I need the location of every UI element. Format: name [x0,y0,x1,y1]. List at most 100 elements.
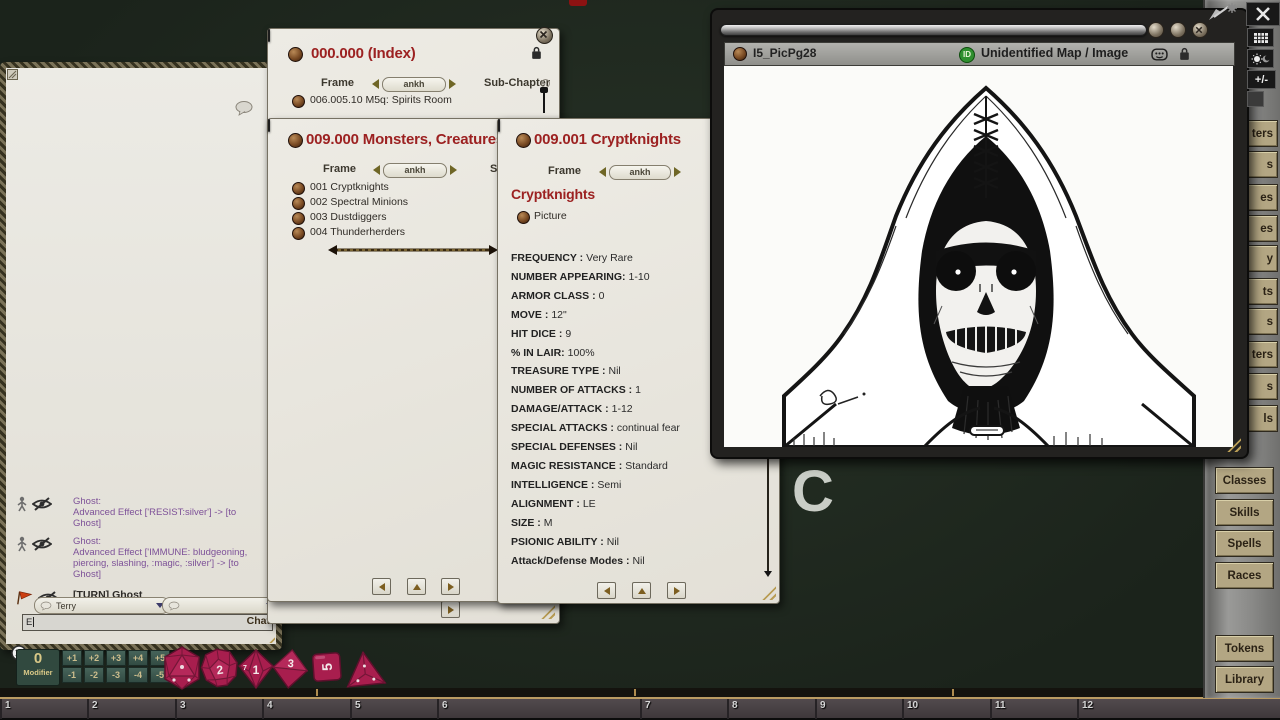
window-drag-bar[interactable] [268,29,270,42]
frame-select[interactable]: ankh [383,163,447,178]
frame-label: Frame [548,165,581,177]
resize-handle[interactable] [762,586,776,600]
scroll-pin-icon[interactable] [539,87,549,113]
band-tick [316,689,318,696]
stat-value: Nil [625,441,637,453]
d8-die[interactable]: 3 [270,647,311,696]
modifier-button[interactable]: +2 [84,650,104,666]
index-entry[interactable]: 006.005.10 M5q: Spirits Room [310,94,452,106]
frame-select[interactable]: ankh [382,77,446,92]
monster-entry[interactable]: 003 Dustdiggers [310,211,386,223]
modifier-button[interactable]: -3 [106,667,126,683]
window-drag-bar[interactable] [720,24,1147,36]
plus-modifier-row: +1+2+3+4+5 [62,650,170,666]
frame-next-arrow[interactable] [450,165,457,175]
mask-icon[interactable] [1151,48,1168,61]
entry-sphere[interactable] [292,182,305,195]
identity-dropdown[interactable]: Terry [34,597,170,614]
window-menu-sphere[interactable] [516,133,531,148]
page-up-button[interactable] [407,578,426,595]
modifier-button[interactable]: -2 [84,667,104,683]
close-app-button[interactable] [1246,2,1280,26]
window-menu-sphere[interactable] [733,47,747,61]
day-night-button[interactable] [1247,49,1274,68]
modifier-button[interactable]: +3 [106,650,126,666]
entry-sphere[interactable] [292,227,305,240]
stat-value: continual fear [617,422,680,434]
grid-toggle-button[interactable] [1247,28,1274,47]
monster-entry[interactable]: 001 Cryptknights [310,181,389,193]
stat-row: PSIONIC ABILITY :Nil [511,533,766,552]
ruler-number: 3 [175,699,186,719]
page-next-button[interactable] [667,582,686,599]
modifier-button[interactable]: -4 [128,667,148,683]
resize-handle-icon[interactable] [7,69,18,80]
sidebar-button[interactable]: Races [1215,562,1274,589]
d6-die[interactable]: 5 [311,651,343,688]
window-knob[interactable] [1170,22,1186,38]
picture-link[interactable]: Picture [534,210,567,222]
monster-entry[interactable]: 002 Spectral Minions [310,196,408,208]
page-next-button[interactable] [441,578,460,595]
stat-row: Attack/Defense Modes :Nil [511,552,766,571]
divider-arrow[interactable] [328,245,498,255]
resize-handle[interactable] [265,633,275,643]
frame-next-arrow[interactable] [674,167,681,177]
stat-label: ARMOR CLASS : [511,290,596,302]
page-prev-button[interactable] [372,578,391,595]
sidebar-button[interactable]: Classes [1215,467,1274,494]
sidebar-button[interactable]: Tokens [1215,635,1274,662]
entry-sphere[interactable] [292,212,305,225]
entry-sphere[interactable] [292,197,305,210]
chat-text: Advanced Effect ['IMMUNE: bludgeoning, p… [73,547,247,580]
image-title-bar[interactable]: I5_PicPg28 ID Unidentified Map / Image [724,42,1235,66]
resize-handle[interactable] [541,605,555,619]
close-knob[interactable] [1192,22,1208,38]
pointer-tool-icon[interactable] [1206,2,1242,22]
stat-label: NUMBER OF ATTACKS : [511,384,632,396]
modifier-button[interactable]: +1 [62,650,82,666]
window-knob[interactable] [1148,22,1164,38]
hidden-eye-icon [32,537,52,551]
window-drag-bar[interactable] [498,119,500,132]
frame-prev-arrow[interactable] [372,79,379,89]
modifier-box[interactable]: 0 Modifier [16,649,60,686]
picture-sphere[interactable] [517,211,530,224]
sidebar-button[interactable]: Library [1215,666,1274,693]
d20-die[interactable] [162,646,202,695]
image-canvas[interactable] [724,66,1233,447]
frame-prev-arrow[interactable] [599,167,606,177]
sidebar-button[interactable]: Skills [1215,499,1274,526]
close-knob[interactable] [536,27,553,44]
stat-label: FREQUENCY : [511,252,583,264]
frame-prev-arrow[interactable] [373,165,380,175]
modifier-button[interactable]: -1 [62,667,82,683]
chat-input[interactable]: E [22,614,273,631]
page-up-button[interactable] [632,582,651,599]
modifier-button[interactable]: +4 [128,650,148,666]
page-prev-button[interactable] [597,582,616,599]
entry-sphere[interactable] [292,95,305,108]
lock-icon[interactable] [531,46,542,60]
blank-tool-button[interactable] [1247,91,1264,107]
monster-entry[interactable]: 004 Thunderherders [310,226,405,238]
frame-select[interactable]: ankh [609,165,671,180]
window-menu-sphere[interactable] [288,47,303,62]
plus-minus-button[interactable]: +/- [1247,70,1276,89]
ruler-number: 12 [1077,699,1093,719]
window-drag-bar[interactable] [268,119,270,132]
d4-die[interactable] [343,649,387,694]
ruler-number: 10 [902,699,918,719]
language-dropdown[interactable] [162,597,280,614]
page-next-button[interactable] [441,601,460,618]
frame-next-arrow[interactable] [449,79,456,89]
sidebar-button[interactable]: Spells [1215,530,1274,557]
window-menu-sphere[interactable] [288,133,303,148]
stat-label: MOVE : [511,309,548,321]
stat-value: 1-12 [612,403,633,415]
ruler-number: 8 [727,699,738,719]
lock-icon[interactable] [1179,47,1190,61]
chat-bubble-icon[interactable] [234,100,254,116]
d12-die[interactable]: 2 [198,646,242,696]
stat-label: SPECIAL DEFENSES : [511,441,622,453]
